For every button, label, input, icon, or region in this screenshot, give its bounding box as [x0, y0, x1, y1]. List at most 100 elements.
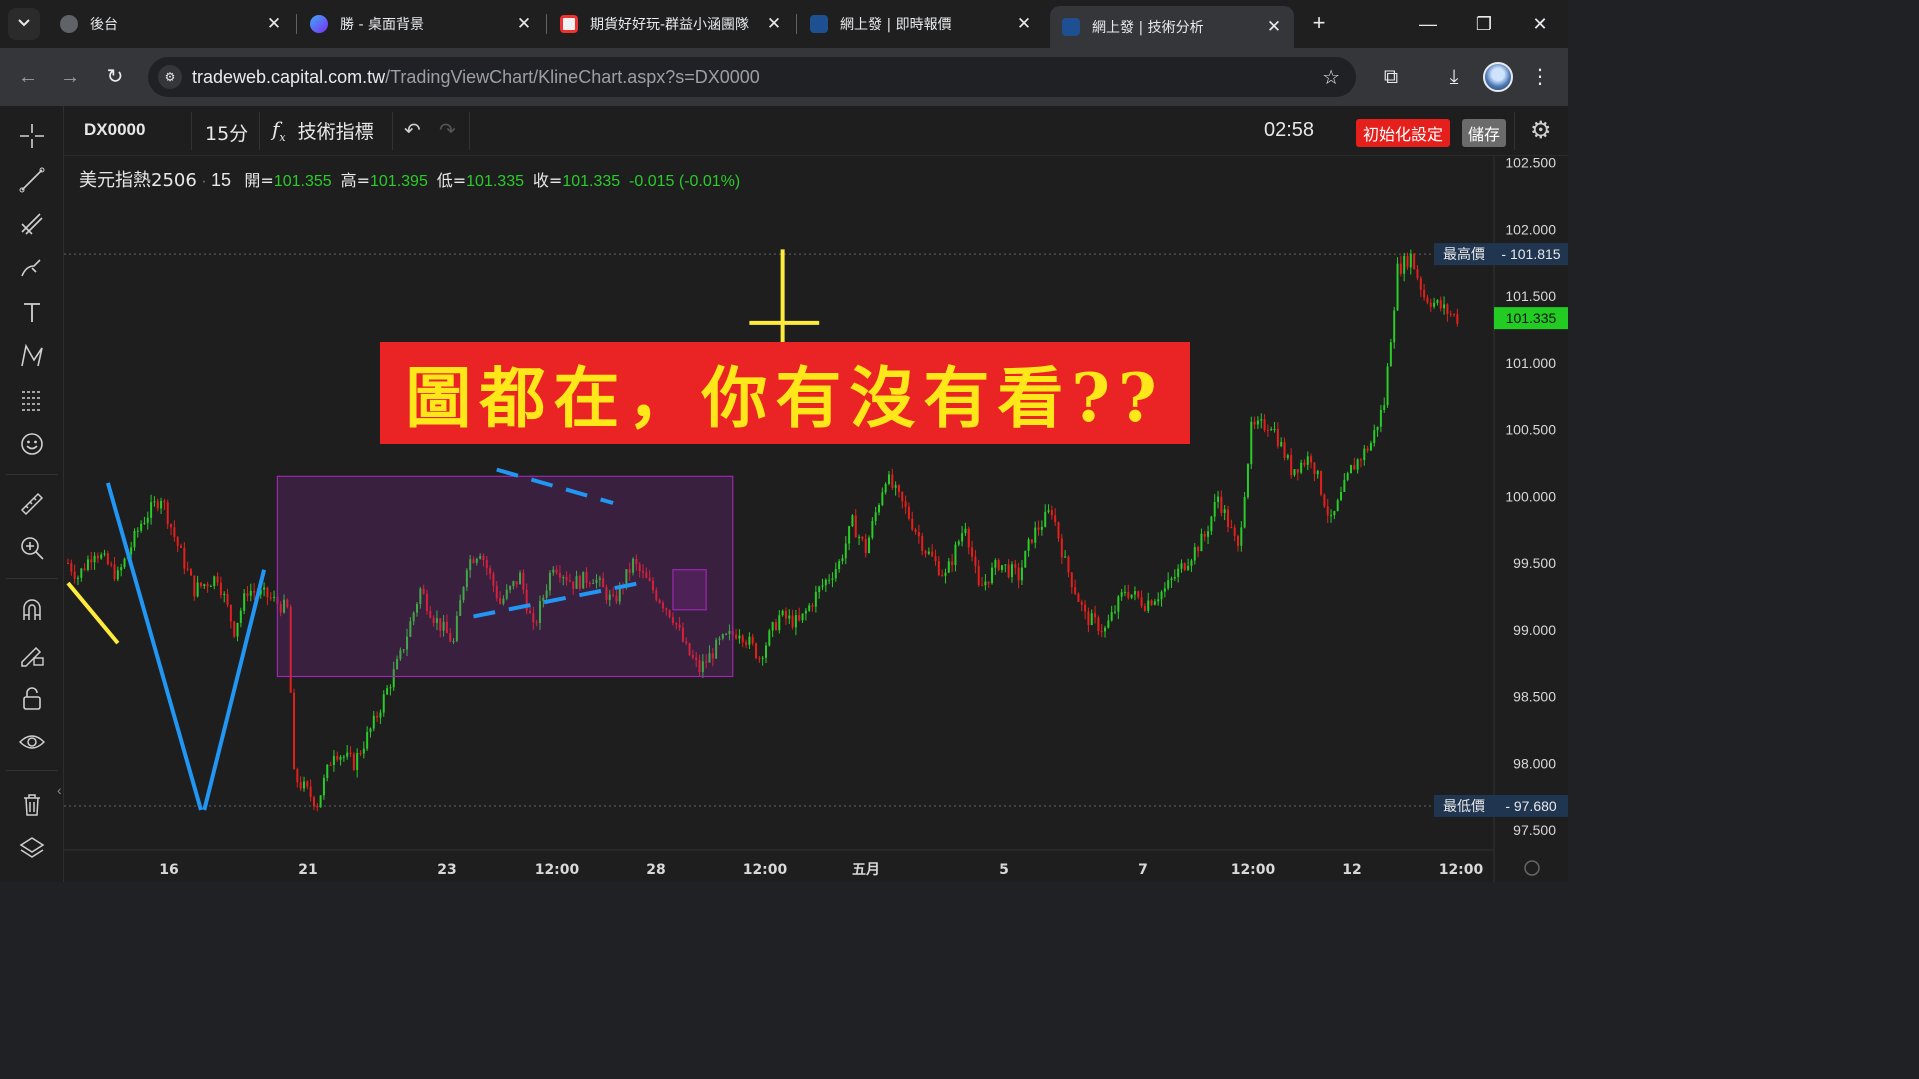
- candle-body: [359, 752, 362, 754]
- tab-search-button[interactable]: [8, 8, 40, 40]
- pattern-tool-icon[interactable]: [14, 338, 50, 374]
- time-tick-label: 12: [1342, 862, 1361, 878]
- candle-body: [322, 778, 325, 796]
- window-close-button[interactable]: ✕: [1512, 0, 1568, 48]
- candle-body: [209, 586, 212, 588]
- candle: [386, 685, 389, 695]
- extensions-icon[interactable]: ⧉: [1376, 62, 1406, 92]
- close-icon[interactable]: ✕: [262, 14, 286, 34]
- candle: [904, 495, 907, 515]
- emoji-tool-icon[interactable]: [14, 426, 50, 462]
- fib-tool-icon[interactable]: [14, 382, 50, 418]
- candle: [1250, 416, 1253, 470]
- candle: [1017, 562, 1020, 589]
- back-button[interactable]: ←: [12, 61, 44, 93]
- candle: [199, 582, 202, 589]
- candle: [944, 568, 947, 584]
- candle: [801, 613, 804, 624]
- crosshair-icon[interactable]: [14, 118, 50, 154]
- pitchfork-tool-icon[interactable]: [14, 206, 50, 242]
- unlock-icon[interactable]: [14, 680, 50, 716]
- tab-desktop-background[interactable]: 勝 - 桌面背景 ✕: [298, 6, 544, 42]
- lock-pen-icon[interactable]: [14, 636, 50, 672]
- layers-icon[interactable]: [14, 830, 50, 866]
- more-menu-icon[interactable]: ⋮: [1525, 62, 1555, 92]
- minimize-button[interactable]: —: [1400, 0, 1456, 48]
- tab-realtime-quote[interactable]: 網上發 | 即時報價 ✕: [798, 6, 1044, 42]
- candle: [1446, 303, 1449, 322]
- tool-divider: [6, 578, 58, 579]
- candle-body: [1313, 462, 1316, 475]
- candle-body: [1030, 539, 1033, 543]
- candle: [878, 503, 881, 516]
- candle-body: [103, 553, 106, 555]
- indicators-button[interactable]: fx 技術指標: [272, 117, 374, 144]
- candle-body: [160, 500, 163, 509]
- candle-body: [804, 610, 807, 614]
- save-button[interactable]: 儲存: [1462, 119, 1507, 147]
- browser-tab-strip: 後台 ✕ 勝 - 桌面背景 ✕ 期貨好好玩-群益小涵團隊 ✕ 網上發 | 即時報…: [0, 0, 1568, 48]
- candle: [1037, 520, 1040, 536]
- candle-body: [1123, 591, 1126, 593]
- download-icon[interactable]: ⤓: [1439, 62, 1469, 92]
- restore-button[interactable]: ❐: [1456, 0, 1512, 48]
- candle: [1246, 463, 1249, 500]
- candle-body: [1160, 591, 1163, 600]
- candle-body: [166, 502, 169, 525]
- candle-body: [1340, 492, 1343, 501]
- url-text[interactable]: tradeweb.capital.com.tw/TradingViewChart…: [192, 67, 760, 88]
- close-icon[interactable]: ✕: [1012, 14, 1036, 34]
- candle-body: [781, 610, 784, 616]
- candle-body: [1094, 613, 1097, 618]
- bookmark-star-icon[interactable]: ☆: [1322, 65, 1340, 90]
- tab-technical-analysis[interactable]: 網上發 | 技術分析 ✕: [1050, 6, 1294, 48]
- magnet-icon[interactable]: [14, 592, 50, 628]
- site-info-icon[interactable]: ⚙: [158, 65, 182, 89]
- text-tool-icon[interactable]: [14, 294, 50, 330]
- tab-futures-group[interactable]: 期貨好好玩-群益小涵團隊 ✕: [548, 6, 794, 42]
- close-icon[interactable]: ✕: [762, 14, 786, 34]
- close-icon[interactable]: ✕: [512, 14, 536, 34]
- candle-body: [233, 621, 236, 637]
- tab-divider: [296, 14, 297, 34]
- ruler-icon[interactable]: [14, 486, 50, 522]
- trash-icon[interactable]: [14, 786, 50, 822]
- candle-body: [921, 536, 924, 551]
- symbol-search-button[interactable]: DX0000: [84, 120, 145, 140]
- candle: [1127, 584, 1130, 600]
- visibility-eye-icon[interactable]: [14, 724, 50, 760]
- candle-body: [944, 572, 947, 576]
- undo-icon[interactable]: ↶: [404, 118, 421, 143]
- zoom-in-icon[interactable]: [14, 530, 50, 566]
- trendline-tool-icon[interactable]: [14, 162, 50, 198]
- candle-body: [1419, 278, 1422, 290]
- candle-body: [273, 596, 276, 598]
- chart-canvas[interactable]: 102.500 102.000 101.500 101.000 100.500 100.0…: [64, 156, 1568, 882]
- gear-icon[interactable]: ⚙: [1530, 116, 1552, 145]
- candle-body: [887, 474, 890, 484]
- candle: [1117, 594, 1120, 620]
- brush-tool-icon[interactable]: [14, 250, 50, 286]
- candle: [1104, 625, 1107, 638]
- close-icon[interactable]: ✕: [1262, 17, 1286, 37]
- price-chart[interactable]: 102.500 102.000 101.500 101.000 100.500 100.0…: [64, 156, 1568, 882]
- candle: [309, 779, 312, 802]
- reset-settings-button[interactable]: 初始化設定: [1356, 119, 1451, 147]
- candle: [1010, 561, 1013, 583]
- candle: [788, 609, 791, 625]
- candle: [765, 642, 767, 664]
- candle-body: [1383, 405, 1386, 410]
- candle-body: [917, 532, 920, 537]
- candle-body: [1409, 253, 1412, 268]
- candle-body: [884, 483, 887, 493]
- tab-backend[interactable]: 後台 ✕: [48, 6, 294, 42]
- address-bar[interactable]: ⚙ tradeweb.capital.com.tw/TradingViewCha…: [148, 57, 1356, 97]
- new-tab-button[interactable]: +: [1306, 11, 1332, 37]
- candle: [811, 602, 814, 612]
- forward-button[interactable]: →: [54, 61, 86, 93]
- interval-button[interactable]: 15分: [205, 119, 248, 146]
- reload-button[interactable]: ↻: [99, 61, 131, 93]
- redo-icon[interactable]: ↷: [439, 118, 456, 143]
- candle-body: [1436, 300, 1439, 303]
- profile-avatar[interactable]: [1483, 62, 1513, 92]
